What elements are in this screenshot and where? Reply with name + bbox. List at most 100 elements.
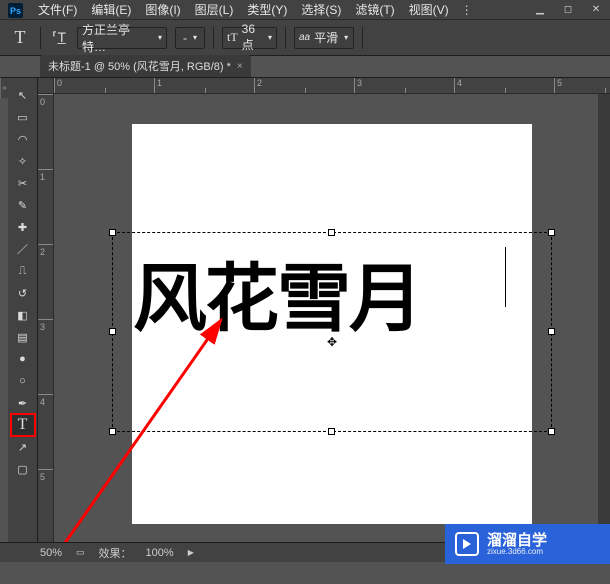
resize-handle-mr[interactable] xyxy=(548,328,555,335)
menu-type[interactable]: 类型(Y) xyxy=(241,0,293,20)
watermark-text: 溜溜自学 zixue.3d66.com xyxy=(487,533,547,556)
text-bounding-box[interactable]: 风花雪月 ✥ xyxy=(112,232,552,432)
resize-handle-tl[interactable] xyxy=(109,229,116,236)
stamp-tool[interactable]: ⎍ xyxy=(11,260,35,282)
font-size-value: 36 点 xyxy=(242,22,262,53)
dodge-tool[interactable]: ○ xyxy=(11,370,35,392)
resize-handle-bm[interactable] xyxy=(328,428,335,435)
resize-handle-br[interactable] xyxy=(548,428,555,435)
chevron-down-icon: ▾ xyxy=(344,33,348,42)
heal-tool[interactable]: ✚ xyxy=(11,216,35,238)
font-size-select[interactable]: tT 36 点 ▾ xyxy=(222,27,277,49)
ruler-h-tick: 2 xyxy=(254,78,354,93)
chevron-down-icon: ▾ xyxy=(268,33,272,42)
move-tool[interactable]: ↖ xyxy=(11,84,35,106)
separator xyxy=(285,27,286,49)
font-size-icon: tT xyxy=(227,30,238,45)
watermark-url: zixue.3d66.com xyxy=(487,548,547,556)
options-bar: T ⸢T̲ 方正兰亭特… ▾ - ▾ tT 36 点 ▾ aa 平滑 ▾ xyxy=(0,20,610,56)
menu-bar: Ps 文件(F) 编辑(E) 图像(I) 图层(L) 类型(Y) 选择(S) 滤… xyxy=(0,0,610,20)
menu-image[interactable]: 图像(I) xyxy=(139,0,186,20)
minimize-button[interactable]: ▁ xyxy=(526,0,554,20)
menu-edit[interactable]: 编辑(E) xyxy=(85,0,137,20)
ruler-h-tick: 5 xyxy=(554,78,610,93)
font-family-value: 方正兰亭特… xyxy=(82,21,152,55)
ruler-v-tick: 1 xyxy=(38,169,53,244)
chevron-down-icon: ▾ xyxy=(193,33,197,42)
zoom-level[interactable]: 50% xyxy=(40,547,62,559)
history-brush-tool[interactable]: ↺ xyxy=(11,282,35,304)
toolbar-expander[interactable]: » xyxy=(0,78,8,98)
document-tab[interactable]: 未标题-1 @ 50% (风花雪月, RGB/8) * × xyxy=(40,55,251,77)
shape-tool[interactable]: ▢ xyxy=(11,458,35,480)
close-icon[interactable]: × xyxy=(237,61,243,72)
type-tool[interactable]: T xyxy=(11,414,35,436)
watermark-badge: 溜溜自学 zixue.3d66.com xyxy=(445,524,610,564)
watermark-title: 溜溜自学 xyxy=(487,533,547,548)
ruler-h-tick: 4 xyxy=(454,78,554,93)
ruler-v-tick: 5 xyxy=(38,469,53,542)
maximize-button[interactable]: ◻ xyxy=(554,0,582,20)
app-logo: Ps xyxy=(8,3,23,18)
separator xyxy=(40,27,41,49)
menu-filter[interactable]: 滤镜(T) xyxy=(349,0,400,20)
separator xyxy=(213,27,214,49)
menu-layer[interactable]: 图层(L) xyxy=(189,0,240,20)
eraser-tool[interactable]: ◧ xyxy=(11,304,35,326)
text-orientation-toggle[interactable]: ⸢T̲ xyxy=(49,28,69,48)
blur-tool[interactable]: ● xyxy=(11,348,35,370)
font-family-select[interactable]: 方正兰亭特… ▾ xyxy=(77,27,167,49)
document-tab-bar: 未标题-1 @ 50% (风花雪月, RGB/8) * × xyxy=(0,56,610,78)
wand-tool[interactable]: ✧ xyxy=(11,150,35,172)
antialias-icon: aa xyxy=(299,32,310,43)
resize-handle-bl[interactable] xyxy=(109,428,116,435)
menu-select[interactable]: 选择(S) xyxy=(295,0,347,20)
lasso-tool[interactable]: ◠ xyxy=(11,128,35,150)
crop-tool[interactable]: ✂ xyxy=(11,172,35,194)
text-layer-content[interactable]: 风花雪月 xyxy=(133,239,421,346)
canvas-page[interactable]: 风花雪月 ✥ xyxy=(132,124,532,524)
tool-preset-icon[interactable]: T xyxy=(8,26,32,50)
ruler-v-tick: 3 xyxy=(38,319,53,394)
gradient-tool[interactable]: ▤ xyxy=(11,326,35,348)
antialias-select[interactable]: aa 平滑 ▾ xyxy=(294,27,354,49)
resize-handle-tr[interactable] xyxy=(548,229,555,236)
menu-view[interactable]: 视图(V) xyxy=(403,0,455,20)
ruler-vertical[interactable]: 0123456 xyxy=(38,94,54,542)
resize-handle-ml[interactable] xyxy=(109,328,116,335)
canvas-viewport: 风花雪月 ✥ xyxy=(54,94,610,542)
ruler-h-tick: 0 xyxy=(54,78,154,93)
workspace: » ↖▭◠✧✂✎✚／⎍↺◧▤●○✒T↗▢ 012345 0123456 风花雪月… xyxy=(0,78,610,542)
ruler-v-tick: 2 xyxy=(38,244,53,319)
rotation-anchor-icon[interactable]: ✥ xyxy=(327,335,337,349)
ruler-v-tick: 0 xyxy=(38,94,53,169)
ruler-horizontal[interactable]: 012345 xyxy=(54,78,610,94)
pen-tool[interactable]: ✒ xyxy=(11,392,35,414)
antialias-value: 平滑 xyxy=(314,29,338,46)
fx-label: 效果： xyxy=(99,545,132,561)
font-style-select[interactable]: - ▾ xyxy=(175,27,205,49)
canvas-area[interactable]: 012345 0123456 风花雪月 ✥ xyxy=(38,78,610,542)
close-button[interactable]: ✕ xyxy=(582,0,610,20)
chevron-down-icon: ▾ xyxy=(158,33,162,42)
marquee-tool[interactable]: ▭ xyxy=(11,106,35,128)
resize-handle-tm[interactable] xyxy=(328,229,335,236)
brush-tool[interactable]: ／ xyxy=(11,238,35,260)
ruler-origin[interactable] xyxy=(38,78,54,94)
chevron-right-icon[interactable]: ▶ xyxy=(188,548,194,557)
doc-info-icon[interactable]: ▭ xyxy=(76,547,85,558)
tools-panel: ↖▭◠✧✂✎✚／⎍↺◧▤●○✒T↗▢ xyxy=(8,78,38,542)
ruler-h-tick: 3 xyxy=(354,78,454,93)
eyedropper-tool[interactable]: ✎ xyxy=(11,194,35,216)
font-style-value: - xyxy=(183,31,187,45)
text-cursor xyxy=(505,247,506,307)
play-icon xyxy=(455,532,479,556)
ruler-v-tick: 4 xyxy=(38,394,53,469)
path-tool[interactable]: ↗ xyxy=(11,436,35,458)
menu-file[interactable]: 文件(F) xyxy=(32,0,83,20)
ruler-h-tick: 1 xyxy=(154,78,254,93)
app-logo-text: Ps xyxy=(10,6,21,16)
menu-overflow[interactable]: ⋮ xyxy=(457,3,477,17)
fx-value: 100% xyxy=(146,547,174,559)
separator xyxy=(362,27,363,49)
